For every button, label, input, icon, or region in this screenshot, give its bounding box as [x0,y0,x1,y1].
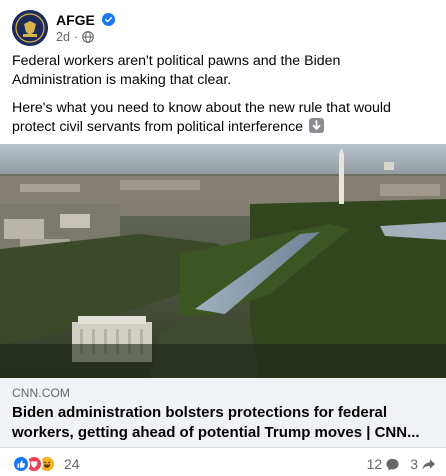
link-domain: CNN.COM [12,386,71,400]
post-paragraph-2-text: Here's what you need to know about the n… [12,100,391,135]
comments-count-button[interactable]: 12 [367,456,401,472]
link-title[interactable]: Biden administration bolsters protection… [12,403,432,443]
post-header: AFGE 2d · [12,10,432,50]
page-name[interactable]: AFGE [56,12,95,28]
comment-icon [386,458,399,470]
link-preview-footer[interactable]: CNN.COM Biden administration bolsters pr… [0,378,446,448]
post-paragraph-2: Here's what you need to know about the n… [12,99,432,137]
shares-count: 3 [410,456,418,472]
engagement-counts: 12 3 [357,456,436,472]
reactions-summary[interactable] [12,455,56,473]
down-arrow-emoji-icon [308,118,324,133]
post-paragraph-1: Federal workers aren't political pawns a… [12,53,341,88]
post-timestamp[interactable]: 2d [56,30,70,44]
globe-icon [82,31,94,43]
verified-badge-icon [102,13,115,26]
engagement-bar: 24 12 3 [12,452,436,474]
share-icon [422,458,436,470]
shares-count-button[interactable]: 3 [410,456,436,472]
page-avatar[interactable] [12,10,48,46]
like-reaction-icon [12,455,30,473]
post-meta: 2d · [56,30,94,44]
reactions-count[interactable]: 24 [64,456,80,472]
comments-count: 12 [366,456,383,472]
meta-separator: · [73,30,79,44]
link-preview-image[interactable] [0,144,446,378]
post-body: Federal workers aren't political pawns a… [12,52,432,146]
